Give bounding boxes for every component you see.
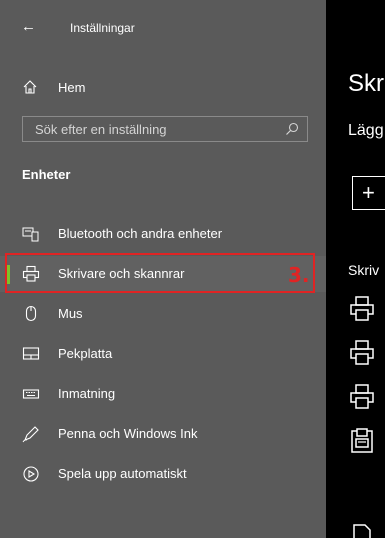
pen-icon <box>22 426 39 443</box>
section-title-devices: Enheter <box>22 167 71 182</box>
printer-icon[interactable] <box>350 296 374 322</box>
search-placeholder: Sök efter en inställning <box>35 122 167 137</box>
search-icon[interactable] <box>285 122 299 136</box>
title-bar: ← Inställningar <box>0 0 326 50</box>
sidebar-item-bluetooth[interactable]: Bluetooth och andra enheter <box>0 216 326 252</box>
printers-list-heading: Skriv <box>348 262 380 278</box>
document-icon[interactable] <box>350 524 374 538</box>
add-printer-heading: Lägg <box>348 122 384 139</box>
home-label: Hem <box>58 80 86 95</box>
home-nav-item[interactable]: Hem <box>0 72 326 104</box>
annotation-step-label: 3. <box>288 263 310 287</box>
mouse-icon <box>25 305 37 322</box>
app-title: Inställningar <box>70 21 135 35</box>
sidebar-item-typing[interactable]: Inmatning <box>0 376 326 412</box>
plus-icon: + <box>362 180 375 205</box>
sidebar-item-autoplay[interactable]: Spela upp automatiskt <box>0 456 326 492</box>
autoplay-icon <box>23 466 39 482</box>
printer-icon[interactable] <box>350 340 374 366</box>
touchpad-icon <box>22 347 40 360</box>
sidebar-item-label: Bluetooth och andra enheter <box>58 226 223 241</box>
sidebar-item-label: Spela upp automatiskt <box>58 466 187 481</box>
sidebar-item-label: Mus <box>58 306 83 321</box>
sidebar-item-pen[interactable]: Penna och Windows Ink <box>0 416 326 452</box>
keyboard-icon <box>22 389 40 399</box>
main-content: Skr Lägg + Skriv <box>326 0 385 538</box>
page-title: Skr <box>348 70 384 97</box>
add-printer-button[interactable]: + <box>352 176 385 210</box>
sidebar-item-label: Pekplatta <box>58 346 113 361</box>
search-input[interactable]: Sök efter en inställning <box>22 116 308 142</box>
home-icon <box>23 80 37 94</box>
bluetooth-device-icon <box>22 227 39 242</box>
fax-icon[interactable] <box>350 428 374 454</box>
sidebar-item-touchpad[interactable]: Pekplatta <box>0 336 326 372</box>
settings-sidebar: ← Inställningar Hem Sök efter en inställ… <box>0 0 326 538</box>
sidebar-item-label: Penna och Windows Ink <box>58 426 198 441</box>
back-arrow-icon[interactable]: ← <box>21 19 36 34</box>
annotation-highlight-box <box>5 253 315 293</box>
sidebar-item-label: Inmatning <box>58 386 116 401</box>
printer-icon[interactable] <box>350 384 374 410</box>
sidebar-item-mouse[interactable]: Mus <box>0 296 326 332</box>
